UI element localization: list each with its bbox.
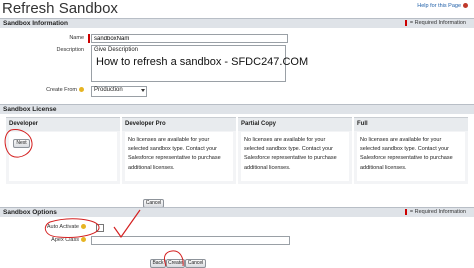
annotation-circle-auto-activate xyxy=(44,218,100,238)
annotation-check-mark xyxy=(113,209,141,239)
annotation-circle-create xyxy=(163,250,184,266)
annotation-circle-next xyxy=(4,129,33,158)
annotation-overlay xyxy=(4,129,184,266)
